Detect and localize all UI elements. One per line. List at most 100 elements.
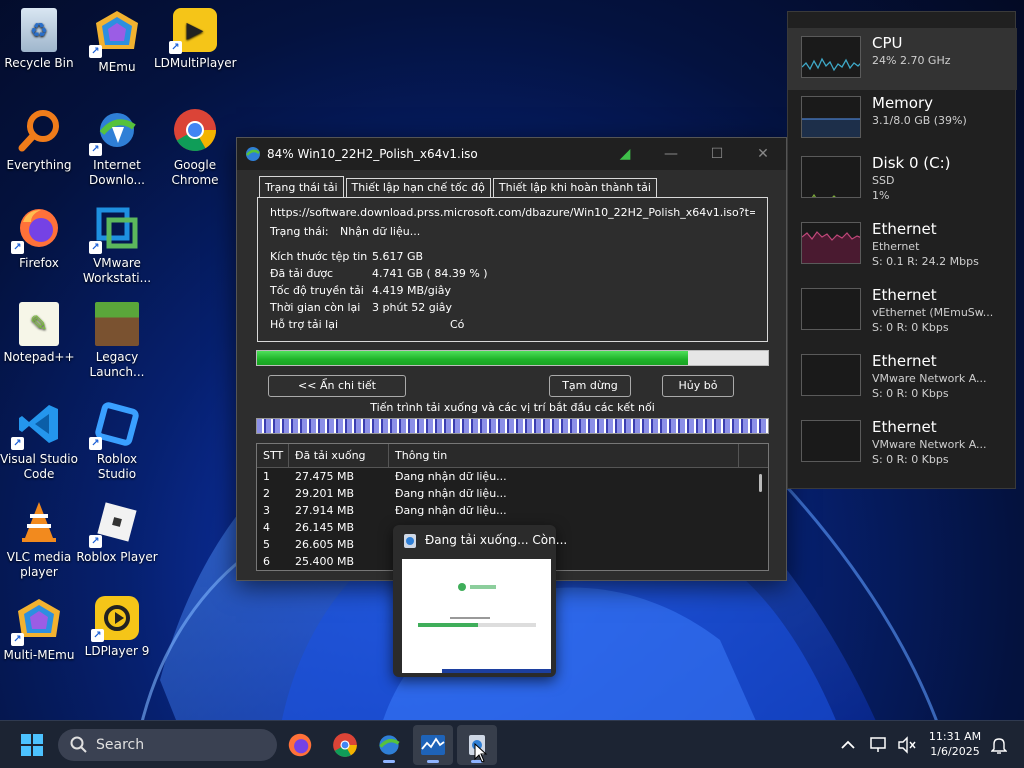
desktop-icon-label: Multi-MEmu	[3, 648, 75, 662]
desktop-icon-label: LDMultiPlayer	[154, 56, 237, 70]
show-hidden-icons-button[interactable]	[830, 725, 866, 765]
desktop-icon-ldplayer-9[interactable]: ↗ LDPlayer 9	[76, 596, 158, 659]
transfer-rate-label: Tốc độ truyền tải	[270, 284, 364, 297]
resume-capability-row: Hỗ trợ tải lại Có	[270, 316, 755, 333]
perf-item-disk[interactable]: Disk 0 (C:) SSD 1%	[788, 148, 1017, 210]
shortcut-arrow-icon: ↗	[89, 535, 102, 548]
perf-item-ethernet[interactable]: Ethernet vEthernet (MEmuSw... S: 0 R: 0 …	[788, 280, 1017, 342]
minimize-button[interactable]: —	[648, 138, 694, 170]
cancel-button[interactable]: Hủy bỏ	[662, 375, 734, 397]
ldmultiplayer-icon: ▶ ↗	[169, 8, 217, 54]
desktop-icon-ldmultiplayer[interactable]: ▶ ↗ LDMultiPlayer	[154, 8, 237, 71]
file-size-label: Kích thước tệp tin	[270, 250, 368, 263]
desktop-icon-recycle-bin[interactable]: ♻ Recycle Bin	[0, 8, 80, 71]
desktop-icon-multi-memu[interactable]: ↗ Multi-MEmu	[0, 596, 80, 663]
table-row[interactable]: 3 27.914 MB Đang nhận dữ liệu...	[257, 502, 768, 519]
perf-item-cpu[interactable]: CPU 24% 2.70 GHz	[788, 28, 1017, 90]
row-downloaded: 27.475 MB	[295, 470, 355, 483]
desktop-icon-roblox-studio[interactable]: ↗ Roblox Studio	[76, 400, 158, 482]
column-header-index[interactable]: STT	[257, 444, 289, 467]
cpu-graph	[801, 36, 861, 78]
running-indicator	[427, 760, 439, 763]
taskbar-chrome[interactable]	[325, 725, 365, 765]
time-left-value: 3 phút 52 giây	[372, 301, 453, 314]
row-index: 5	[263, 538, 270, 551]
desktop-icon-label: Internet Downlo...	[89, 158, 145, 187]
disk-graph	[801, 156, 861, 198]
desktop-icon-label: Recycle Bin	[4, 56, 74, 70]
taskbar-firefox[interactable]	[280, 725, 320, 765]
search-placeholder: Search	[96, 737, 145, 753]
row-downloaded: 29.201 MB	[295, 487, 355, 500]
window-title: 84% Win10_22H2_Polish_x64v1.iso	[267, 147, 478, 161]
taskbar-window-preview[interactable]: Đang tải xuống... Còn...	[393, 525, 567, 677]
window-title-bar[interactable]: 84% Win10_22H2_Polish_x64v1.iso ◢ — ☐ ✕	[237, 138, 786, 170]
roblox-studio-icon: ↗	[89, 400, 141, 450]
network-status-button[interactable]	[864, 725, 894, 765]
perf-item-usage: 1%	[872, 189, 890, 202]
download-url: https://software.download.prss.microsoft…	[270, 206, 755, 219]
row-downloaded: 26.605 MB	[295, 538, 355, 551]
task-manager-icon	[421, 735, 445, 755]
notifications-button[interactable]	[984, 725, 1014, 765]
taskbar-internet-download-manager[interactable]	[369, 725, 409, 765]
idm-icon	[246, 147, 260, 161]
desktop-icon-vmware-workstation[interactable]: ↗ VMware Workstati...	[76, 204, 158, 286]
row-index: 2	[263, 487, 270, 500]
tab-on-completion[interactable]: Thiết lập khi hoàn thành tải	[492, 178, 657, 197]
close-button[interactable]: ✕	[740, 138, 786, 170]
system-clock[interactable]: 11:31 AM 1/6/2025	[922, 729, 988, 759]
idm-icon	[404, 534, 416, 548]
perf-item-name: CPU	[872, 34, 903, 52]
maximize-button[interactable]: ☐	[694, 138, 740, 170]
desktop-icon-visual-studio-code[interactable]: ↗ Visual Studio Code	[0, 400, 80, 482]
pin-icon[interactable]: ◢	[602, 138, 648, 170]
desktop-icon-google-chrome[interactable]: Google Chrome	[154, 106, 236, 188]
desktop-icon-memu[interactable]: ↗ MEmu	[76, 8, 158, 75]
perf-item-name: Ethernet	[872, 418, 937, 436]
preview-thumbnail	[402, 559, 552, 673]
download-progress-window[interactable]: 84% Win10_22H2_Polish_x64v1.iso ◢ — ☐ ✕ …	[236, 137, 787, 581]
taskbar-search-box[interactable]: Search	[58, 729, 277, 761]
downloaded-value: 4.741 GB ( 84.39 % )	[372, 267, 488, 280]
hide-details-button[interactable]: << Ẩn chi tiết	[268, 375, 406, 397]
start-button[interactable]	[12, 725, 52, 765]
running-indicator	[383, 760, 395, 763]
perf-item-ethernet[interactable]: Ethernet VMware Network A... S: 0 R: 0 K…	[788, 412, 1017, 474]
connections-scrollbar[interactable]	[759, 474, 762, 492]
column-header-info[interactable]: Thông tin	[389, 444, 739, 467]
perf-item-memory[interactable]: Memory 3.1/8.0 GB (39%)	[788, 88, 1017, 150]
desktop-icon-label: Google Chrome	[171, 158, 219, 187]
connections-table-header: STT Đã tải xuống Thông tin	[257, 444, 768, 468]
performance-sidebar: CPU 24% 2.70 GHz Memory 3.1/8.0 GB (39%)…	[787, 11, 1017, 489]
time-left-row: Thời gian còn lại 3 phút 52 giây	[270, 299, 755, 316]
firefox-icon	[288, 733, 312, 757]
desktop-icon-firefox[interactable]: ↗ Firefox	[0, 204, 80, 271]
table-row[interactable]: 1 27.475 MB Đang nhận dữ liệu...	[257, 468, 768, 485]
desktop-icon-legacy-launcher[interactable]: Legacy Launch...	[76, 302, 158, 380]
vmware-icon: ↗	[89, 204, 141, 254]
perf-item-ethernet[interactable]: Ethernet Ethernet S: 0.1 R: 24.2 Mbps	[788, 214, 1017, 276]
perf-item-throughput: S: 0 R: 0 Kbps	[872, 453, 949, 466]
desktop-icon-notepad-plus-plus[interactable]: ✎ Notepad++	[0, 302, 80, 365]
desktop-icon-everything[interactable]: Everything	[0, 106, 80, 173]
tab-speed-limit[interactable]: Thiết lập hạn chế tốc độ	[345, 178, 491, 197]
pause-button[interactable]: Tạm dừng	[549, 375, 631, 397]
mouse-cursor-icon	[474, 743, 488, 763]
volume-button[interactable]	[892, 725, 922, 765]
tab-download-status[interactable]: Trạng thái tải	[259, 176, 344, 197]
row-info: Đang nhận dữ liệu...	[395, 487, 507, 500]
desktop-icon-vlc-media-player[interactable]: VLC media player	[0, 498, 80, 580]
desktop-icon-label: Firefox	[19, 256, 59, 270]
desktop-icon-roblox-player[interactable]: ↗ Roblox Player	[76, 498, 158, 565]
perf-item-ethernet[interactable]: Ethernet VMware Network A... S: 0 R: 0 K…	[788, 346, 1017, 408]
taskbar-task-manager[interactable]	[413, 725, 453, 765]
row-downloaded: 25.400 MB	[295, 555, 355, 568]
column-header-downloaded[interactable]: Đã tải xuống	[289, 444, 389, 467]
perf-item-throughput: S: 0.1 R: 24.2 Mbps	[872, 255, 979, 268]
perf-item-name: Memory	[872, 94, 934, 112]
row-info: Đang nhận dữ liệu...	[395, 504, 507, 517]
table-row[interactable]: 2 29.201 MB Đang nhận dữ liệu...	[257, 485, 768, 502]
ethernet-graph	[801, 420, 861, 462]
desktop-icon-internet-download-manager[interactable]: ↗ Internet Downlo...	[76, 106, 158, 188]
